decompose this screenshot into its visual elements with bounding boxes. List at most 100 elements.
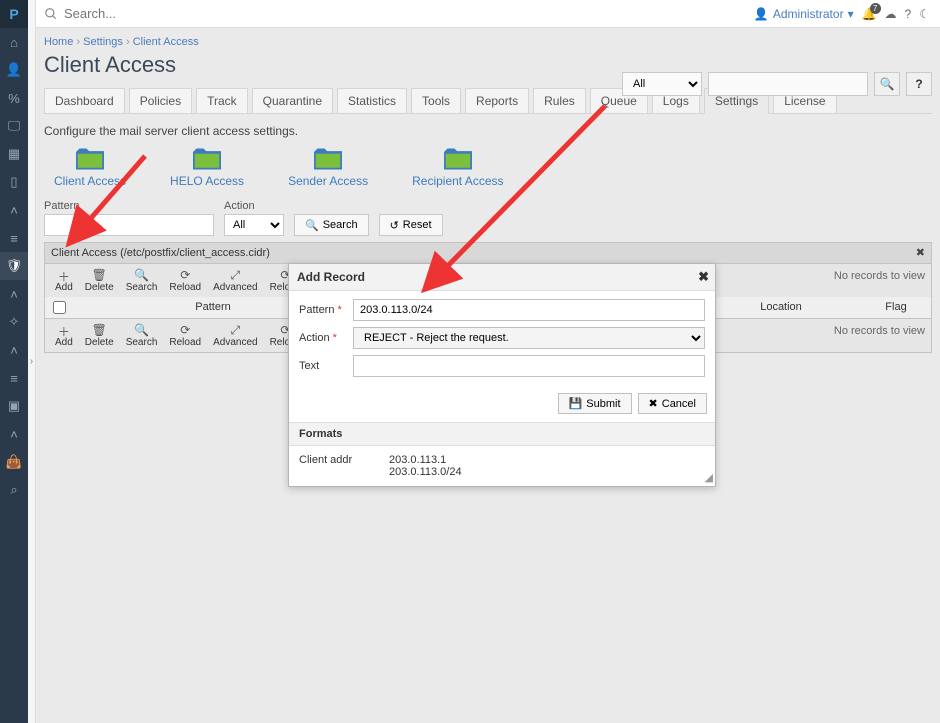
chevron-icon[interactable]: ˄: [0, 196, 28, 224]
add-button[interactable]: ＋Add: [49, 266, 79, 295]
sliders-icon[interactable]: ≡: [0, 364, 28, 392]
percent-icon[interactable]: %: [0, 84, 28, 112]
key-icon[interactable]: ⌕: [0, 476, 28, 504]
format-name: Client addr: [299, 454, 389, 478]
topbar: 👤 Administrator ▾ 🔔7 ☁ ? ☾: [0, 0, 940, 28]
advanced-icon: ⤢: [231, 323, 241, 337]
reload-button[interactable]: ⟳Reload: [163, 266, 207, 295]
header-filter-input[interactable]: [708, 72, 868, 96]
sidebar-collapse-handle[interactable]: ›: [28, 0, 36, 723]
tab-rules[interactable]: Rules: [533, 88, 586, 113]
chevron-icon[interactable]: ˄: [0, 336, 28, 364]
client-access-link[interactable]: Client Access: [54, 148, 126, 188]
list-icon[interactable]: ≡: [0, 224, 28, 252]
tab-dashboard[interactable]: Dashboard: [44, 88, 125, 113]
tab-statistics[interactable]: Statistics: [337, 88, 407, 113]
access-links-row: Client Access HELO Access Sender Access …: [44, 148, 932, 188]
action-filter-select[interactable]: All: [224, 214, 284, 236]
advanced-button[interactable]: ⤢Advanced: [207, 266, 263, 295]
app-logo[interactable]: P: [0, 0, 28, 28]
pattern-filter-input[interactable]: [44, 214, 214, 236]
action-filter-label: Action: [224, 200, 284, 212]
help-icon[interactable]: ?: [905, 7, 912, 21]
grid-title-text: Client Access (/etc/postfix/client_acces…: [51, 247, 270, 259]
tab-policies[interactable]: Policies: [129, 88, 192, 113]
formats-header: Formats: [289, 422, 715, 446]
filter-row: Pattern Action All 🔍Search ↺Reset: [44, 200, 932, 236]
no-records-text: No records to view: [834, 325, 925, 337]
helo-access-link[interactable]: HELO Access: [170, 148, 244, 188]
grid-close-icon[interactable]: ✖: [916, 246, 925, 259]
format-example-1: 203.0.113.1: [389, 454, 705, 466]
toolbar-search-button[interactable]: 🔍Search: [120, 321, 164, 350]
bag-icon[interactable]: 👜: [0, 448, 28, 476]
reload-button[interactable]: ⟳Reload: [163, 321, 207, 350]
topbar-right: 👤 Administrator ▾ 🔔7 ☁ ? ☾: [754, 0, 930, 28]
modal-action-select[interactable]: REJECT - Reject the request.: [353, 327, 705, 349]
tab-reports[interactable]: Reports: [465, 88, 529, 113]
breadcrumb-current[interactable]: Client Access: [133, 36, 199, 48]
breadcrumb-sep: ›: [126, 36, 130, 48]
access-label: Sender Access: [288, 174, 368, 188]
modal-pattern-input[interactable]: [353, 299, 705, 321]
reload-icon: ⟳: [180, 268, 190, 282]
cancel-button[interactable]: ✖Cancel: [638, 393, 707, 414]
col-location[interactable]: Location: [701, 297, 861, 318]
trash-icon: 🗑: [92, 268, 107, 282]
recipient-access-link[interactable]: Recipient Access: [412, 148, 503, 188]
modal-title: Add Record: [297, 270, 365, 284]
tab-track[interactable]: Track: [196, 88, 248, 113]
shield-icon[interactable]: 🛡: [0, 252, 28, 280]
delete-button[interactable]: 🗑Delete: [79, 321, 120, 350]
user-label: Administrator: [773, 7, 844, 21]
modules-icon[interactable]: ▣: [0, 392, 28, 420]
submit-button[interactable]: 💾Submit: [558, 393, 632, 414]
advanced-button[interactable]: ⤢Advanced: [207, 321, 263, 350]
search-button[interactable]: 🔍Search: [294, 214, 369, 236]
modal-pattern-label: Pattern *: [299, 304, 353, 316]
access-label: Client Access: [54, 174, 126, 188]
search-icon: 🔍: [305, 219, 319, 232]
col-flag[interactable]: Flag: [861, 297, 931, 318]
modal-titlebar[interactable]: Add Record ✖: [289, 264, 715, 291]
notification-badge: 7: [870, 3, 881, 14]
reload-icon: ⟳: [180, 323, 190, 337]
chevron-icon[interactable]: ˄: [0, 420, 28, 448]
reset-button[interactable]: ↺Reset: [379, 214, 443, 236]
home-icon[interactable]: ⌂: [0, 28, 28, 56]
grid-title-bar: Client Access (/etc/postfix/client_acces…: [44, 242, 932, 264]
select-all-checkbox[interactable]: [53, 301, 66, 314]
pattern-filter-label: Pattern: [44, 200, 214, 212]
user-icon[interactable]: 👤: [0, 56, 28, 84]
moon-icon[interactable]: ☾: [919, 7, 930, 21]
plus-icon: ＋: [58, 323, 70, 337]
breadcrumb-sep: ›: [76, 36, 80, 48]
book-icon[interactable]: ▯: [0, 168, 28, 196]
gear-icon[interactable]: ✧: [0, 308, 28, 336]
advanced-icon: ⤢: [231, 268, 241, 282]
tab-tools[interactable]: Tools: [411, 88, 461, 113]
add-button[interactable]: ＋Add: [49, 321, 79, 350]
resize-handle-icon[interactable]: ◢: [705, 471, 713, 484]
modal-close-icon[interactable]: ✖: [698, 269, 709, 285]
breadcrumb-home[interactable]: Home: [44, 36, 73, 48]
user-menu[interactable]: 👤 Administrator ▾: [754, 7, 854, 21]
sender-access-link[interactable]: Sender Access: [288, 148, 368, 188]
monitor-icon[interactable]: 🖵: [0, 112, 28, 140]
grid-icon[interactable]: ▦: [0, 140, 28, 168]
close-icon: ✖: [649, 397, 658, 410]
header-help-button[interactable]: ?: [906, 72, 932, 96]
search-input[interactable]: [64, 6, 264, 21]
folder-icon: [314, 148, 342, 170]
header-filter-select[interactable]: All: [622, 72, 702, 96]
modal-text-label: Text: [299, 360, 353, 372]
header-search-button[interactable]: 🔍: [874, 72, 900, 96]
tab-quarantine[interactable]: Quarantine: [252, 88, 333, 113]
delete-button[interactable]: 🗑Delete: [79, 266, 120, 295]
toolbar-search-button[interactable]: 🔍Search: [120, 266, 164, 295]
notifications-button[interactable]: 🔔7: [862, 7, 877, 21]
breadcrumb-settings[interactable]: Settings: [83, 36, 123, 48]
modal-text-input[interactable]: [353, 355, 705, 377]
chevron-icon[interactable]: ˄: [0, 280, 28, 308]
cloud-icon[interactable]: ☁: [885, 7, 897, 21]
